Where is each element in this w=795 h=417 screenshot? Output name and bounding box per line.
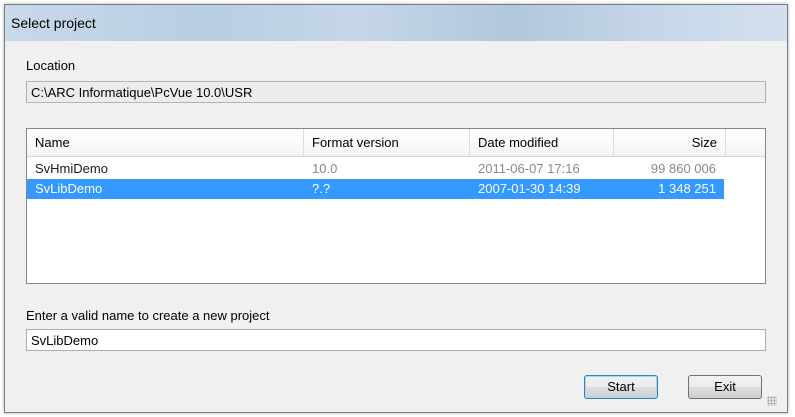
project-size: 99 860 006 (650, 161, 716, 176)
list-header: Name Format version Date modified Size (27, 129, 765, 157)
select-project-dialog: Select project Location C:\ARC Informati… (4, 4, 788, 413)
location-path-field: C:\ARC Informatique\PcVue 10.0\USR (26, 81, 766, 103)
title-bar[interactable]: Select project (5, 5, 787, 41)
column-header-name[interactable]: Name (27, 129, 304, 156)
dialog-content: Location C:\ARC Informatique\PcVue 10.0\… (12, 41, 779, 408)
exit-button[interactable]: Exit (688, 375, 762, 399)
start-button[interactable]: Start (584, 375, 658, 399)
project-name: SvHmiDemo (35, 161, 108, 176)
table-row-selected[interactable]: SvLibDemo ?.? 2007-01-30 14:39 1 348 251 (27, 179, 724, 199)
column-header-date-modified[interactable]: Date modified (470, 129, 614, 156)
project-name-input[interactable]: SvLibDemo (26, 329, 766, 351)
column-header-size[interactable]: Size (614, 129, 726, 156)
project-date-modified: 2007-01-30 14:39 (478, 181, 581, 196)
project-format-version: 10.0 (312, 161, 338, 176)
project-format-version: ?.? (312, 181, 331, 196)
project-list[interactable]: Name Format version Date modified Size S… (26, 128, 766, 284)
project-size: 1 348 251 (658, 181, 716, 196)
window-title: Select project (11, 15, 96, 31)
location-label: Location (26, 58, 76, 73)
resize-grip-icon[interactable] (767, 396, 777, 406)
project-date-modified: 2011-06-07 17:16 (478, 161, 580, 176)
project-name: SvLibDemo (35, 181, 103, 196)
column-header-format-version[interactable]: Format version (304, 129, 470, 156)
column-header-filler (726, 129, 765, 156)
new-project-label: Enter a valid name to create a new proje… (26, 308, 270, 323)
table-row[interactable]: SvHmiDemo 10.0 2011-06-07 17:16 99 860 0… (27, 159, 724, 179)
